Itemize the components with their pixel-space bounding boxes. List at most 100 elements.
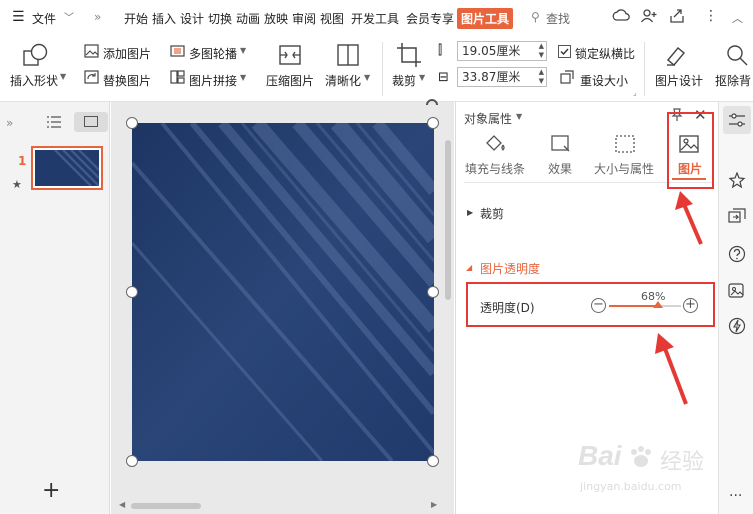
splice-icon[interactable] xyxy=(170,70,185,84)
add-image-icon[interactable] xyxy=(84,44,99,58)
tab-home[interactable]: 开始 xyxy=(124,10,148,27)
chevron-down-icon[interactable]: ▼ xyxy=(240,46,246,55)
scrollbar-thumb[interactable] xyxy=(131,503,201,509)
menu-bar: ☰ 文件 ﹀ » 开始 插入 设计 切换 动画 放映 审阅 视图 开发工具 会员… xyxy=(0,0,753,36)
chevron-down-icon[interactable]: ▼ xyxy=(240,73,246,82)
resize-handle[interactable] xyxy=(126,117,138,129)
resize-handle[interactable] xyxy=(126,455,138,467)
compress-image-button[interactable]: 压缩图片 xyxy=(266,72,314,89)
replace-image-icon[interactable] xyxy=(84,70,99,84)
slide-thumbnail[interactable] xyxy=(31,146,103,190)
add-image-button[interactable]: 添加图片 xyxy=(103,45,151,62)
carousel-icon[interactable] xyxy=(170,44,185,58)
double-chevron-icon[interactable]: » xyxy=(94,10,101,24)
remove-bg-icon[interactable] xyxy=(724,42,750,68)
chevron-down-icon[interactable]: ﹀ xyxy=(64,9,74,24)
vertical-scrollbar[interactable] xyxy=(444,110,452,500)
tab-transition[interactable]: 切换 xyxy=(208,10,232,27)
collapse-ribbon-icon[interactable]: ︿ xyxy=(732,10,743,26)
file-menu[interactable]: 文件 xyxy=(32,10,56,27)
tab-review[interactable]: 审阅 xyxy=(292,10,316,27)
collapse-arrow-icon[interactable]: ◢ xyxy=(466,263,472,272)
horizontal-scrollbar[interactable]: ◀ ▶ xyxy=(111,500,444,512)
expand-arrow-icon[interactable]: ▶ xyxy=(467,208,473,217)
height-icon: ⫿ xyxy=(438,43,443,58)
divider xyxy=(644,42,645,96)
multi-carousel-button[interactable]: 多图轮播 xyxy=(189,45,237,62)
fill-line-icon[interactable] xyxy=(484,134,506,154)
selected-image[interactable] xyxy=(132,123,434,461)
image-design-icon[interactable] xyxy=(664,42,690,68)
tab-slideshow[interactable]: 放映 xyxy=(264,10,288,27)
share-icon[interactable] xyxy=(668,7,686,25)
animation-star-icon[interactable] xyxy=(728,172,746,190)
image-tool-icon[interactable] xyxy=(728,282,746,300)
cloud-sync-icon[interactable] xyxy=(612,7,630,25)
add-user-icon[interactable] xyxy=(640,7,658,25)
effects-icon[interactable] xyxy=(550,134,572,154)
spinner-arrows-icon[interactable]: ▲ ▼ xyxy=(539,42,544,60)
watermark-url: jingyan.baidu.com xyxy=(580,480,682,493)
insert-shape-button[interactable]: 插入形状 xyxy=(10,72,58,89)
resize-handle[interactable] xyxy=(427,117,439,129)
annotation-arrow-up-lower xyxy=(655,333,688,405)
insert-shape-icon[interactable] xyxy=(22,42,50,68)
scrollbar-thumb[interactable] xyxy=(445,140,451,300)
slide-thumbnail-image xyxy=(35,150,99,186)
spinner-arrows-icon[interactable]: ▲ ▼ xyxy=(539,68,544,86)
resize-handle[interactable] xyxy=(126,286,138,298)
properties-rail-button[interactable] xyxy=(723,106,751,134)
hamburger-icon[interactable]: ☰ xyxy=(12,9,25,25)
tab-fill-line[interactable]: 填充与线条 xyxy=(465,160,525,177)
sharpen-icon[interactable] xyxy=(334,42,362,68)
resize-handle[interactable] xyxy=(427,455,439,467)
crop-button[interactable]: 裁剪 xyxy=(392,72,416,89)
reset-size-button[interactable]: 重设大小 xyxy=(580,72,628,89)
scroll-right-icon[interactable]: ▶ xyxy=(431,500,437,509)
crop-section[interactable]: 裁剪 xyxy=(480,205,504,222)
tab-animation[interactable]: 动画 xyxy=(236,10,260,27)
crop-icon[interactable] xyxy=(396,42,422,68)
lock-ratio-label[interactable]: 锁定纵横比 xyxy=(575,45,635,62)
rotate-handle-icon[interactable] xyxy=(425,96,439,108)
slide-view-toggle[interactable] xyxy=(74,112,108,132)
scroll-left-icon[interactable]: ◀ xyxy=(119,500,125,509)
search-label[interactable]: 查找 xyxy=(546,10,570,27)
search-icon[interactable]: ⚲ xyxy=(531,10,540,24)
tab-picture-tools[interactable]: 图片工具 xyxy=(457,8,514,29)
chevron-down-icon[interactable]: ▼ xyxy=(419,73,425,82)
chevron-down-icon[interactable]: ▼ xyxy=(60,72,66,81)
more-vertical-icon[interactable]: ⋮ xyxy=(704,8,718,24)
outline-view-icon[interactable] xyxy=(46,115,62,129)
chevron-down-icon[interactable]: ▼ xyxy=(364,73,370,82)
tab-insert[interactable]: 插入 xyxy=(152,10,176,27)
tab-view[interactable]: 视图 xyxy=(320,10,344,27)
tab-design[interactable]: 设计 xyxy=(180,10,204,27)
tab-developer[interactable]: 开发工具 xyxy=(351,10,399,27)
add-slide-icon[interactable]: + xyxy=(42,480,60,502)
width-input[interactable]: 33.87厘米 ▲ ▼ xyxy=(457,67,547,87)
tab-size-properties[interactable]: 大小与属性 xyxy=(594,160,654,177)
lock-ratio-checkbox[interactable] xyxy=(558,45,571,58)
compress-image-icon[interactable] xyxy=(276,42,304,68)
image-design-button[interactable]: 图片设计 xyxy=(655,72,703,89)
chevron-down-icon[interactable]: ▼ xyxy=(516,112,522,121)
width-icon: ⊟ xyxy=(438,70,449,85)
sharpen-button[interactable]: 清晰化 xyxy=(325,72,361,89)
height-input[interactable]: 19.05厘米 ▲ ▼ xyxy=(457,41,547,61)
tab-member[interactable]: 会员专享 xyxy=(406,10,454,27)
tab-effects[interactable]: 效果 xyxy=(548,160,572,177)
help-icon[interactable] xyxy=(728,245,746,263)
remove-bg-button[interactable]: 抠除背 xyxy=(715,72,751,89)
transparency-section[interactable]: 图片透明度 xyxy=(480,260,540,277)
lightning-icon[interactable] xyxy=(728,317,746,335)
dialog-launcher-icon[interactable]: ⌟ xyxy=(633,88,637,97)
expand-panel-icon[interactable]: » xyxy=(6,116,13,130)
size-properties-icon[interactable] xyxy=(614,134,636,154)
resize-handle[interactable] xyxy=(427,286,439,298)
replace-image-button[interactable]: 替换图片 xyxy=(103,72,151,89)
panel-title[interactable]: 对象属性 xyxy=(464,110,512,127)
slide-switch-icon[interactable] xyxy=(728,208,746,226)
reset-size-icon[interactable] xyxy=(560,70,574,84)
image-splice-button[interactable]: 图片拼接 xyxy=(189,72,237,89)
